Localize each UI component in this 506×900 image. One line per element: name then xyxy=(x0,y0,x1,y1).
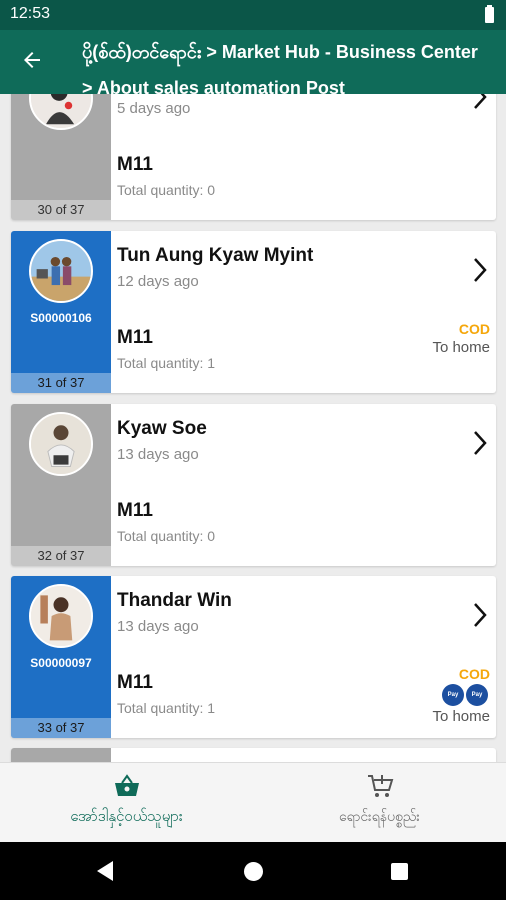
nav-back-icon[interactable] xyxy=(95,860,115,882)
card-model: M11 xyxy=(117,500,153,521)
avatar xyxy=(29,584,93,648)
kpay-icon: Pay xyxy=(466,684,488,706)
status-time: 12:53 xyxy=(10,5,51,22)
card-side-panel xyxy=(11,748,111,762)
card-side-panel: S00000106 31 of 37 xyxy=(11,231,111,393)
tab-items-for-sale[interactable]: ရောင်းရန်ပစ္စည်း xyxy=(253,763,506,843)
customer-code: S00000097 xyxy=(30,656,92,670)
card-model: M11 xyxy=(117,154,153,175)
order-card[interactable]: S00000106 31 of 37 Tun Aung Kyaw Myint 1… xyxy=(11,231,496,393)
avatar xyxy=(29,239,93,303)
card-time-ago: 12 days ago xyxy=(117,273,199,290)
customer-code: S00000106 xyxy=(30,311,92,325)
order-card[interactable] xyxy=(11,748,496,762)
status-bar: 12:53 xyxy=(0,0,506,30)
card-counter: 30 of 37 xyxy=(11,200,111,220)
back-arrow-icon[interactable] xyxy=(20,48,44,72)
bottom-navigation: အော်ဒါနှင့်ဝယ်သူများ ရောင်းရန်ပစ္စည်း xyxy=(0,762,506,842)
card-side-panel: S00000097 33 of 37 xyxy=(11,576,111,738)
cart-icon xyxy=(368,775,394,797)
card-quantity: Total quantity: 1 xyxy=(117,700,216,716)
card-counter: 31 of 37 xyxy=(11,373,111,393)
cod-badge: COD xyxy=(458,666,490,682)
order-card[interactable]: 30 of 37 5 days ago M11 Total quantity: … xyxy=(11,94,496,220)
card-counter: 33 of 37 xyxy=(11,718,111,738)
card-time-ago: 13 days ago xyxy=(117,446,199,463)
tab-orders-buyers[interactable]: အော်ဒါနှင့်ဝယ်သူများ xyxy=(0,763,253,843)
card-quantity: Total quantity: 0 xyxy=(117,182,216,198)
cod-badge: COD xyxy=(458,321,490,337)
tab-items-label: ရောင်းရန်ပစ္စည်း xyxy=(339,809,420,825)
order-card[interactable]: S00000097 33 of 37 Thandar Win 13 days a… xyxy=(11,576,496,738)
delivery-method: To home xyxy=(432,339,490,356)
page-title: ပို့(စ်ထ်)တင်ရောင်း > Market Hub - Busin… xyxy=(82,42,478,94)
card-quantity: Total quantity: 1 xyxy=(117,355,216,371)
card-counter: 32 of 37 xyxy=(11,546,111,566)
battery-icon xyxy=(485,5,494,23)
card-customer-name: Kyaw Soe xyxy=(117,418,207,439)
order-card[interactable]: 32 of 37 Kyaw Soe 13 days ago M11 Total … xyxy=(11,404,496,566)
avatar xyxy=(29,94,93,130)
avatar xyxy=(29,412,93,476)
card-side-panel: 30 of 37 xyxy=(11,94,111,220)
kpay-icon: Pay xyxy=(442,684,464,706)
card-model: M11 xyxy=(117,672,153,693)
card-time-ago: 5 days ago xyxy=(117,100,191,117)
payment-icons: Pay Pay xyxy=(442,684,488,706)
card-model: M11 xyxy=(117,327,153,348)
tab-orders-label: အော်ဒါနှင့်ဝယ်သူများ xyxy=(70,807,183,825)
card-customer-name: Tun Aung Kyaw Myint xyxy=(117,245,314,266)
basket-icon xyxy=(115,774,139,796)
app-bar: ပို့(စ်ထ်)တင်ရောင်း > Market Hub - Busin… xyxy=(0,30,506,94)
card-side-panel: 32 of 37 xyxy=(11,404,111,566)
chevron-right-icon[interactable] xyxy=(472,430,488,456)
chevron-right-icon[interactable] xyxy=(472,94,488,110)
nav-recent-icon[interactable] xyxy=(391,863,408,880)
card-quantity: Total quantity: 0 xyxy=(117,528,216,544)
order-list[interactable]: 30 of 37 5 days ago M11 Total quantity: … xyxy=(0,94,506,762)
nav-home-icon[interactable] xyxy=(244,862,263,881)
chevron-right-icon[interactable] xyxy=(472,257,488,283)
delivery-method: To home xyxy=(432,708,490,725)
chevron-right-icon[interactable] xyxy=(472,602,488,628)
card-time-ago: 13 days ago xyxy=(117,618,199,635)
system-navigation-bar xyxy=(0,842,506,900)
card-customer-name: Thandar Win xyxy=(117,590,232,611)
